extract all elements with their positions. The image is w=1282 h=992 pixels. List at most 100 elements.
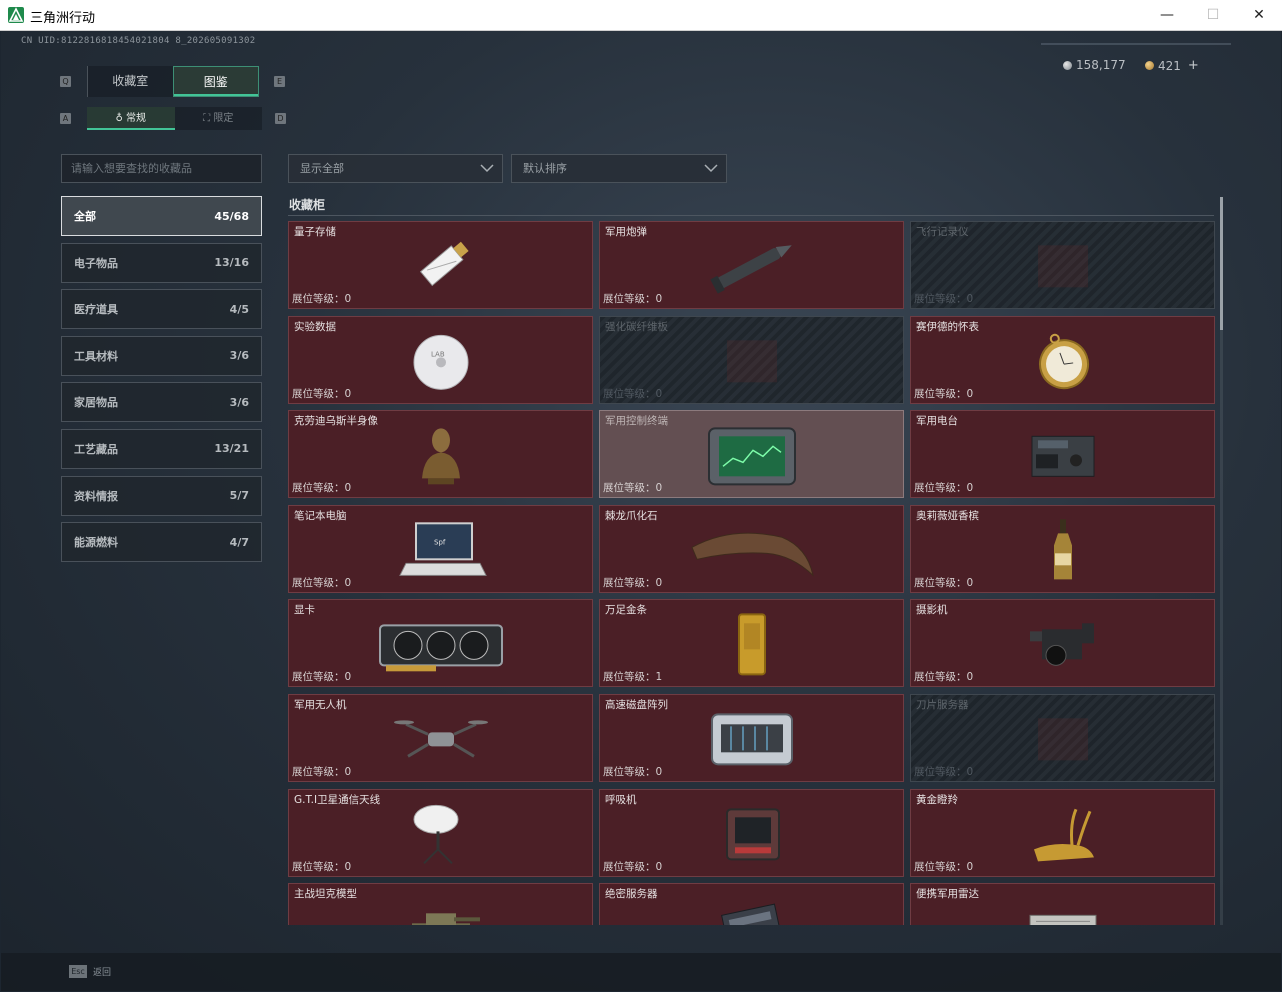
collection-card[interactable]: 赛伊德的怀表 展位等级：0 xyxy=(910,315,1215,404)
sort-dropdown[interactable]: 默认排序 xyxy=(511,154,727,183)
back-label[interactable]: 返回 xyxy=(93,965,111,978)
category-intel[interactable]: 资料情报 5/7 xyxy=(61,475,262,516)
subtab-limited[interactable]: ⛶ 限定 xyxy=(174,107,262,130)
collection-card[interactable]: 摄影机 展位等级：0 xyxy=(910,599,1215,688)
card-level: 展位等级：0 xyxy=(603,480,662,495)
card-name: 万足金条 xyxy=(605,604,647,617)
add-currency-button[interactable]: + xyxy=(1188,58,1199,73)
card-level-prefix: 展位等级： xyxy=(914,671,967,684)
card-name: 绝密服务器 xyxy=(605,888,658,901)
collection-card[interactable]: 军用炮弹 展位等级：0 xyxy=(599,221,904,309)
next-subtab-key[interactable]: D xyxy=(275,113,286,124)
card-level-prefix: 展位等级： xyxy=(914,860,967,873)
collection-card[interactable]: 军用电台 展位等级：0 xyxy=(910,410,1215,499)
category-all[interactable]: 全部 45/68 xyxy=(61,196,262,236)
scrollbar-thumb[interactable] xyxy=(1220,197,1223,330)
card-name: 军用控制终端 xyxy=(605,415,668,428)
category-count: 3/6 xyxy=(229,349,249,363)
collection-card[interactable]: 笔记本电脑 Spf 展位等级：0 xyxy=(288,504,593,593)
category-electronics[interactable]: 电子物品 13/16 xyxy=(61,242,262,283)
player-uid: CN UID:8122816818454021804 8_20260509130… xyxy=(21,36,256,46)
currency-gold: 421 + xyxy=(1145,58,1199,73)
category-list: 全部 45/68 电子物品 13/16 医疗道具 4/5 工具材料 3/6 家居物品 3/… xyxy=(61,196,262,569)
collection-card[interactable]: 飞行记录仪 展位等级：0 xyxy=(910,221,1215,309)
collection-card[interactable]: 主战坦克模型展位等级：0 xyxy=(288,883,593,925)
collection-card[interactable]: 绝密服务器展位等级：0 xyxy=(599,883,904,925)
tank-icon xyxy=(376,895,506,925)
ventilator-icon xyxy=(687,801,817,867)
collection-card[interactable]: 克劳迪乌斯半身像 展位等级：0 xyxy=(288,410,593,499)
collection-card[interactable]: 实验数据 LAB 展位等级：0 xyxy=(288,315,593,404)
card-level-prefix: 展位等级： xyxy=(292,765,345,778)
card-name: 显卡 xyxy=(294,604,315,617)
collection-card[interactable]: 军用控制终端 展位等级：0 xyxy=(599,410,904,499)
next-tab-key[interactable]: E xyxy=(274,76,285,87)
collection-card[interactable]: 显卡 展位等级：0 xyxy=(288,599,593,688)
card-level-value: 0 xyxy=(966,765,974,778)
card-name: 强化碳纤维板 xyxy=(605,320,668,333)
server-icon xyxy=(687,895,817,925)
display-filter-dropdown[interactable]: 显示全部 xyxy=(288,154,503,183)
close-button[interactable]: ✕ xyxy=(1236,0,1282,31)
card-level: 展位等级：0 xyxy=(603,859,662,874)
category-energy[interactable]: 能源燃料 4/7 xyxy=(61,522,262,563)
collection-card[interactable]: 高速磁盘阵列 展位等级：0 xyxy=(599,693,904,782)
card-level-value: 1 xyxy=(655,671,663,684)
card-level-value: 0 xyxy=(344,860,352,873)
gold-bar-icon xyxy=(687,612,817,678)
card-level-value: 0 xyxy=(966,482,974,495)
card-level: 展位等级：1 xyxy=(603,669,662,684)
svg-text:Spf: Spf xyxy=(434,538,446,546)
search-input[interactable] xyxy=(61,154,262,183)
collection-card[interactable]: 军用无人机 展位等级：0 xyxy=(288,693,593,782)
collection-card[interactable]: 量子存储 展位等级：0 xyxy=(288,221,593,309)
card-level-value: 0 xyxy=(966,576,974,589)
terminal-icon xyxy=(687,423,817,489)
collection-card[interactable]: 便携军用雷达展位等级：0 xyxy=(910,883,1215,925)
collection-grid: 量子存储 展位等级：0 军用炮弹 展位等级：0 飞行记录仪 展位等级：0 实验数据 LAB 展位… xyxy=(288,221,1216,925)
card-level: 展位等级：0 xyxy=(603,386,662,401)
card-level: 展位等级：0 xyxy=(603,291,662,306)
subtab-regular[interactable]: ♁ 常规 xyxy=(87,107,175,130)
tab-codex[interactable]: 图鉴 xyxy=(172,66,259,97)
collection-card[interactable]: 黄金瞪羚 展位等级：0 xyxy=(910,788,1215,877)
tab-collection-room[interactable]: 收藏室 xyxy=(87,66,173,97)
bottle-icon xyxy=(998,517,1128,583)
game-viewport: CN UID:8122816818454021804 8_20260509130… xyxy=(1,31,1281,991)
category-household[interactable]: 家居物品 3/6 xyxy=(61,382,262,423)
card-name: 实验数据 xyxy=(294,320,336,333)
card-level: 展位等级：0 xyxy=(914,575,973,590)
camera-icon xyxy=(998,612,1128,678)
minimize-button[interactable]: — xyxy=(1144,0,1190,31)
collection-card[interactable]: 万足金条展位等级：1 xyxy=(599,599,904,688)
collection-card[interactable]: 奥莉薇娅香槟 展位等级：0 xyxy=(910,504,1215,593)
subtab-limited-label: 限定 xyxy=(213,113,234,124)
card-name: G.T.I卫星通信天线 xyxy=(294,793,381,806)
category-medical[interactable]: 医疗道具 4/5 xyxy=(61,289,262,330)
card-level: 展位等级：0 xyxy=(292,764,351,779)
card-level-value: 0 xyxy=(655,860,663,873)
collection-card[interactable]: 刀片服务器 展位等级：0 xyxy=(910,693,1215,782)
chevron-down-icon xyxy=(704,164,718,173)
collection-card[interactable]: 强化碳纤维板 展位等级：0 xyxy=(599,315,904,404)
category-label: 能源燃料 xyxy=(74,536,118,550)
card-name: 棘龙爪化石 xyxy=(605,509,658,522)
card-level-prefix: 展位等级： xyxy=(914,387,967,400)
collection-card[interactable]: 棘龙爪化石 展位等级：0 xyxy=(599,504,904,593)
category-crafts[interactable]: 工艺藏品 13/21 xyxy=(61,428,262,469)
esc-key[interactable]: Esc xyxy=(69,965,87,978)
disk-array-icon xyxy=(687,706,817,772)
prev-subtab-key[interactable]: A xyxy=(60,113,71,124)
category-label: 全部 xyxy=(74,210,96,223)
collection-card[interactable]: 呼吸机 展位等级：0 xyxy=(599,788,904,877)
sub-tabs: ♁ 常规 ⛶ 限定 xyxy=(87,107,262,130)
dish-icon xyxy=(376,801,506,867)
card-level: 展位等级：0 xyxy=(292,291,351,306)
prev-tab-key[interactable]: Q xyxy=(60,76,71,87)
collection-card[interactable]: G.T.I卫星通信天线 展位等级：0 xyxy=(288,788,593,877)
card-level-prefix: 展位等级： xyxy=(292,576,345,589)
category-tools[interactable]: 工具材料 3/6 xyxy=(61,335,262,376)
category-count: 13/16 xyxy=(214,256,249,270)
card-name: 黄金瞪羚 xyxy=(916,793,958,806)
maximize-button[interactable]: ☐ xyxy=(1190,0,1236,31)
